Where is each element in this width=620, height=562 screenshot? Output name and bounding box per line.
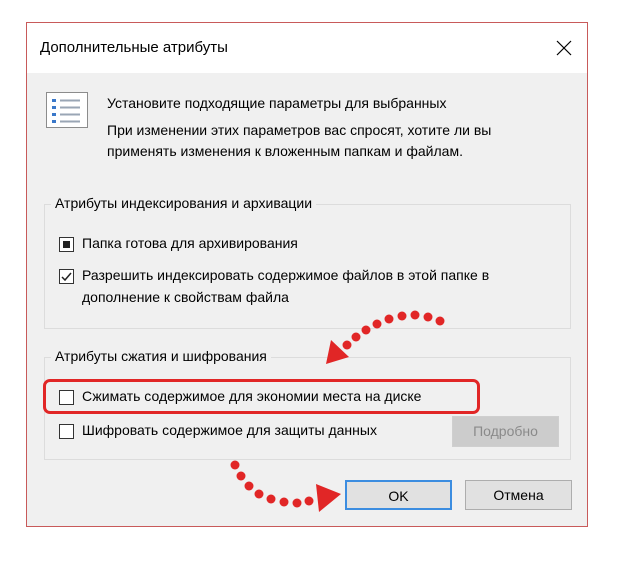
upper-dotted-arrow [326,310,445,364]
lower-dotted-arrow [230,460,341,512]
annotation-arrows [230,310,445,512]
